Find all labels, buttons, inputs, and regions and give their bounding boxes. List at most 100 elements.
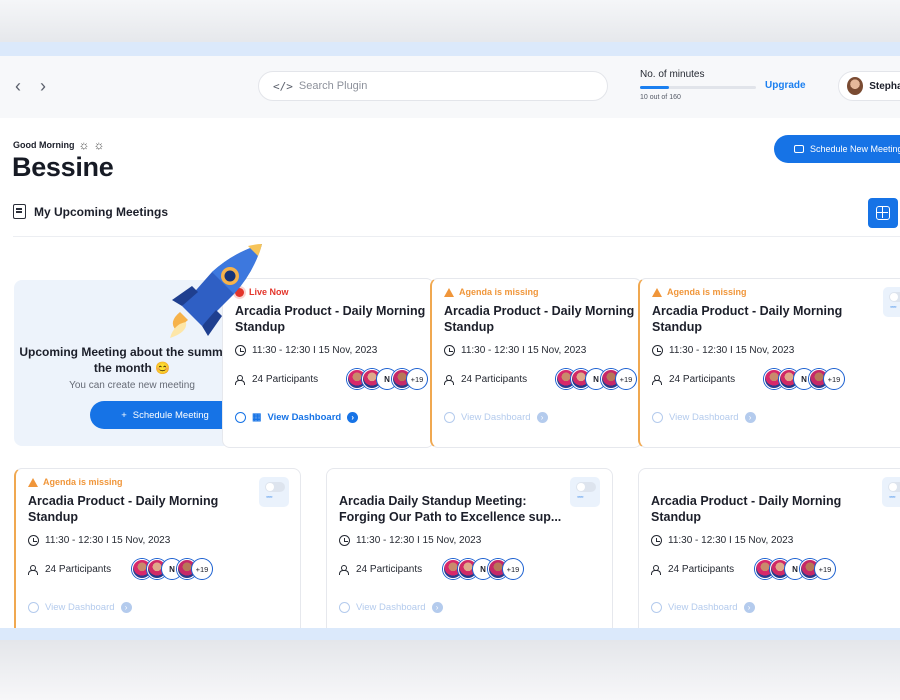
document-icon [13, 204, 26, 219]
arrow-right-icon: › [743, 602, 755, 613]
avatar-group[interactable]: N +19 [764, 369, 844, 389]
greeting: Good Morning ☼ ☼ [13, 138, 105, 152]
status-label: Agenda is missing [43, 477, 123, 487]
minutes-usage: No. of minutes 10 out of 160 [640, 69, 760, 101]
clock-icon [339, 535, 350, 546]
view-dashboard-link[interactable]: View Dashboard › [444, 412, 548, 423]
participants-count: 24 Participants [45, 564, 112, 575]
section-title: My Upcoming Meetings [34, 204, 169, 219]
arrow-right-icon: › [347, 412, 359, 423]
meeting-card[interactable]: Agenda is missing Arcadia Product - Dail… [430, 278, 642, 448]
warning-icon [652, 287, 662, 297]
avatar-group[interactable]: N +19 [755, 559, 835, 579]
record-toggle[interactable]: ◦◦◦ [570, 477, 600, 507]
participants-count: 24 Participants [252, 374, 319, 385]
upgrade-link[interactable]: Upgrade [765, 80, 806, 91]
participants-count: 24 Participants [668, 564, 735, 575]
record-toggle[interactable]: ◦◦◦ [259, 477, 289, 507]
meeting-card[interactable]: Agenda is missing ◦◦◦ Arcadia Product - … [14, 468, 301, 628]
status-label: Agenda is missing [459, 287, 539, 297]
grid-view-button[interactable] [868, 198, 898, 228]
minutes-progress-fill [640, 86, 669, 89]
view-dashboard-label: View Dashboard [356, 602, 426, 613]
avatar [847, 77, 864, 95]
participants-count: 24 Participants [669, 374, 736, 385]
avatar-group[interactable]: N +19 [347, 369, 427, 389]
rocket-window [224, 270, 236, 282]
view-dashboard-link[interactable]: ▦ View Dashboard › [235, 412, 359, 423]
user-profile-button[interactable]: Stephanie [838, 71, 900, 101]
video-icon [794, 145, 804, 153]
meeting-participants: 24 Participants [652, 374, 735, 385]
view-dashboard-link[interactable]: View Dashboard › [28, 602, 132, 613]
divider [13, 236, 900, 237]
back-arrow-icon[interactable]: ‹ [8, 76, 28, 96]
clock-icon [652, 345, 663, 356]
meeting-participants: 24 Participants [28, 564, 111, 575]
avatar-group[interactable]: N +19 [132, 559, 212, 579]
participants-icon [28, 565, 39, 575]
meeting-card[interactable]: Agenda is missing ◦◦◦ Arcadia Product - … [638, 278, 900, 448]
meeting-participants: 24 Participants [651, 564, 734, 575]
greeting-text: Good Morning [13, 140, 75, 150]
meeting-title: Arcadia Product - Daily Morning Standup [652, 304, 843, 334]
avatar-more-count: +19 [815, 559, 835, 579]
view-dashboard-link[interactable]: View Dashboard › [651, 602, 755, 613]
meeting-card[interactable]: ◦◦◦ Arcadia Product - Daily Morning Stan… [638, 468, 900, 628]
bot-icon: ◦◦◦ [889, 494, 895, 501]
meeting-time-text: 11:30 - 12:30 I 15 Nov, 2023 [669, 345, 795, 356]
bot-icon: ◦◦◦ [266, 494, 272, 501]
view-dashboard-label: View Dashboard [668, 602, 738, 613]
avatar-group[interactable]: N +19 [443, 559, 523, 579]
sun-icon: ☼ [78, 138, 90, 152]
schedule-new-meeting-button[interactable]: Schedule New Meeting [774, 135, 900, 163]
warning-icon [444, 287, 454, 297]
window-bottom-shade [0, 640, 900, 700]
record-toggle[interactable]: ◦◦◦ [882, 477, 900, 507]
avatar-group[interactable]: N +19 [556, 369, 636, 389]
schedule-new-meeting-label: Schedule New Meeting [810, 144, 900, 154]
dashboard-icon [444, 412, 455, 423]
view-dashboard-link[interactable]: View Dashboard › [652, 412, 756, 423]
meeting-time: 11:30 - 12:30 I 15 Nov, 2023 [651, 535, 793, 546]
main-content: Good Morning ☼ ☼ Bessine Schedule New Me… [0, 118, 900, 628]
search-box[interactable]: </> [258, 71, 608, 101]
dashboard-icon [28, 602, 39, 613]
sun-icon: ☼ [93, 138, 105, 152]
meeting-participants: 24 Participants [235, 374, 318, 385]
rocket-illustration [170, 244, 262, 338]
agenda-missing-status: Agenda is missing [28, 477, 123, 487]
clock-icon [444, 345, 455, 356]
participants-icon [235, 375, 246, 385]
page-title: Bessine [12, 152, 114, 182]
promo-title: Upcoming Meeting about the summit of the… [19, 345, 245, 375]
arrow-right-icon: › [120, 602, 132, 613]
meeting-time: 11:30 - 12:30 I 15 Nov, 2023 [652, 345, 794, 356]
dashboard-icon [235, 412, 246, 423]
dashboard-icon [651, 602, 662, 613]
user-name: Stephanie [869, 80, 900, 92]
record-toggle[interactable]: ◦◦◦ [883, 287, 900, 317]
avatar-more-count: +19 [824, 369, 844, 389]
avatar-more-count: +19 [616, 369, 636, 389]
meeting-participants: 24 Participants [339, 564, 422, 575]
promo-description: You can create new meeting [69, 380, 195, 391]
meeting-card[interactable]: ◦◦◦ Arcadia Daily Standup Meeting: Forgi… [326, 468, 613, 628]
schedule-meeting-button[interactable]: + Schedule Meeting [90, 401, 240, 429]
app-window: ‹ › </> No. of minutes 10 out of 160 Upg… [0, 42, 900, 640]
view-dashboard-link[interactable]: View Dashboard › [339, 602, 443, 613]
arrow-right-icon: › [744, 412, 756, 423]
warning-icon [28, 477, 38, 487]
search-input[interactable] [298, 80, 579, 92]
dashboard-icon [339, 602, 350, 613]
code-icon: </> [273, 79, 293, 93]
dashboard-icon [652, 412, 663, 423]
meeting-time-text: 11:30 - 12:30 I 15 Nov, 2023 [356, 535, 482, 546]
meeting-time-text: 11:30 - 12:30 I 15 Nov, 2023 [668, 535, 794, 546]
participants-icon [339, 565, 350, 575]
schedule-meeting-label: Schedule Meeting [132, 409, 209, 421]
forward-arrow-icon[interactable]: › [33, 76, 53, 96]
meeting-title: Arcadia Daily Standup Meeting: Forging O… [339, 494, 562, 524]
bot-icon: ◦◦◦ [890, 304, 896, 311]
status-label: Agenda is missing [667, 287, 747, 297]
